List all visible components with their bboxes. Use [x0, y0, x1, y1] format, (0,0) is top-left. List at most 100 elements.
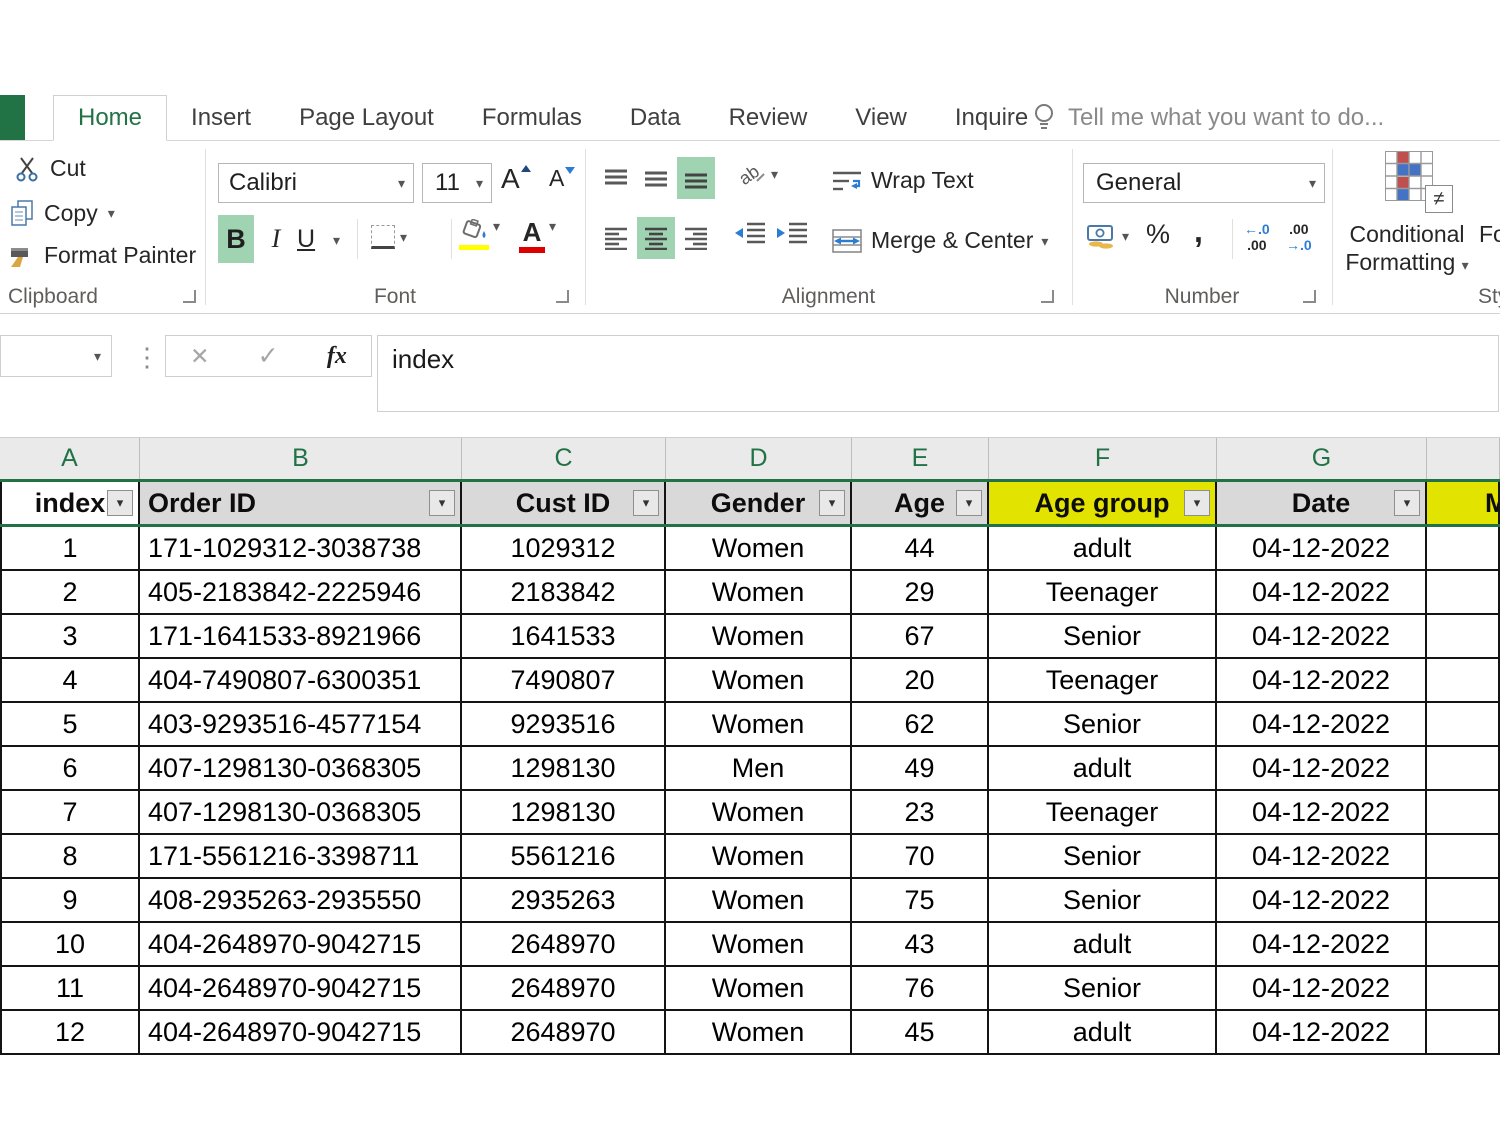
borders-button[interactable]: ▾ [371, 225, 407, 249]
cell[interactable]: Women [666, 615, 852, 657]
cell[interactable]: 8 [0, 835, 140, 877]
cell[interactable]: 9 [0, 879, 140, 921]
cell[interactable]: Women [666, 967, 852, 1009]
cell[interactable]: Teenager [989, 791, 1217, 833]
cell[interactable]: 408-2935263-2935550 [140, 879, 462, 921]
insert-function-icon[interactable]: fx [327, 343, 347, 370]
underline-dropdown[interactable]: ▾ [333, 233, 340, 247]
tab-insert[interactable]: Insert [167, 95, 275, 140]
cell[interactable] [1427, 571, 1500, 613]
cell[interactable]: adult [989, 923, 1217, 965]
format-as-table-button-partial[interactable]: Fo [1479, 221, 1500, 248]
cell[interactable]: 407-1298130-0368305 [140, 791, 462, 833]
cell[interactable]: 2648970 [462, 1011, 666, 1053]
clipboard-dialog-launcher[interactable] [183, 290, 196, 303]
column-letter-B[interactable]: B [140, 438, 462, 479]
cell[interactable]: 04-12-2022 [1217, 659, 1427, 701]
comma-style-button[interactable]: , [1194, 213, 1203, 250]
cell[interactable]: 5561216 [462, 835, 666, 877]
align-left-button[interactable] [597, 217, 635, 259]
formula-bar-grip[interactable]: ⋮ [134, 342, 160, 373]
cell[interactable]: 6 [0, 747, 140, 789]
decrease-font-size-button[interactable]: A [549, 167, 575, 190]
cell[interactable]: 404-2648970-9042715 [140, 967, 462, 1009]
cell[interactable] [1427, 747, 1500, 789]
cell[interactable]: Senior [989, 703, 1217, 745]
cell[interactable]: Teenager [989, 659, 1217, 701]
cell[interactable] [1427, 923, 1500, 965]
cell[interactable]: 403-9293516-4577154 [140, 703, 462, 745]
increase-font-size-button[interactable]: A [501, 165, 531, 193]
cell[interactable]: 171-1029312-3038738 [140, 527, 462, 569]
cell[interactable]: Teenager [989, 571, 1217, 613]
column-letter-F[interactable]: F [989, 438, 1217, 479]
cell[interactable]: 7 [0, 791, 140, 833]
tab-page-layout[interactable]: Page Layout [275, 95, 458, 140]
middle-align-button[interactable] [637, 157, 675, 199]
font-dialog-launcher[interactable] [556, 290, 569, 303]
cell[interactable]: 12 [0, 1011, 140, 1053]
tab-view[interactable]: View [831, 95, 931, 140]
cell[interactable]: 2 [0, 571, 140, 613]
conditional-formatting-button[interactable]: Conditional [1332, 221, 1482, 248]
name-box[interactable]: ▾ [0, 335, 112, 377]
header-cell-cust-id[interactable]: Cust ID▾ [462, 482, 666, 524]
tab-formulas[interactable]: Formulas [458, 95, 606, 140]
filter-button[interactable]: ▾ [956, 490, 982, 516]
center-button[interactable] [637, 217, 675, 259]
column-letter-C[interactable]: C [462, 438, 666, 479]
cell[interactable]: 7490807 [462, 659, 666, 701]
cell[interactable]: 62 [852, 703, 989, 745]
cell[interactable]: 04-12-2022 [1217, 1011, 1427, 1053]
cell[interactable] [1427, 659, 1500, 701]
cell[interactable]: 04-12-2022 [1217, 747, 1427, 789]
filter-button[interactable]: ▾ [107, 490, 133, 516]
tab-data[interactable]: Data [606, 95, 705, 140]
cell[interactable]: 75 [852, 879, 989, 921]
cell[interactable]: 44 [852, 527, 989, 569]
font-color-button[interactable]: A ▾ [519, 219, 556, 253]
copy-button[interactable]: Copy ▾ [10, 199, 115, 227]
conditional-formatting-button-line2[interactable]: Formatting ▾ [1332, 249, 1482, 276]
column-letter-E[interactable]: E [852, 438, 989, 479]
cell[interactable] [1427, 1011, 1500, 1053]
cell[interactable]: 04-12-2022 [1217, 923, 1427, 965]
header-cell-date[interactable]: Date▾ [1217, 482, 1427, 524]
italic-button[interactable]: I [260, 215, 292, 263]
cell[interactable] [1427, 967, 1500, 1009]
font-name-combo[interactable]: Calibri ▾ [218, 163, 414, 203]
filter-button[interactable]: ▾ [819, 490, 845, 516]
filter-button[interactable]: ▾ [1184, 490, 1210, 516]
bold-button[interactable]: B [218, 215, 254, 263]
cell[interactable]: Senior [989, 967, 1217, 1009]
cell[interactable]: adult [989, 1011, 1217, 1053]
cell[interactable]: 43 [852, 923, 989, 965]
cell[interactable]: 171-5561216-3398711 [140, 835, 462, 877]
cell[interactable]: Women [666, 923, 852, 965]
cell[interactable] [1427, 791, 1500, 833]
cell[interactable]: 49 [852, 747, 989, 789]
cell[interactable]: 10 [0, 923, 140, 965]
cell[interactable]: 407-1298130-0368305 [140, 747, 462, 789]
cell[interactable]: 2935263 [462, 879, 666, 921]
cell[interactable]: 404-7490807-6300351 [140, 659, 462, 701]
decrease-decimal-button[interactable]: .00 →.0 [1286, 221, 1312, 253]
bottom-align-button[interactable] [677, 157, 715, 199]
cell[interactable]: 11 [0, 967, 140, 1009]
cell[interactable]: 3 [0, 615, 140, 657]
cell[interactable]: 04-12-2022 [1217, 527, 1427, 569]
cell[interactable]: 1298130 [462, 791, 666, 833]
underline-button[interactable]: U [297, 215, 315, 263]
column-letter-G[interactable]: G [1217, 438, 1427, 479]
cell[interactable]: 1641533 [462, 615, 666, 657]
cell[interactable]: Women [666, 879, 852, 921]
accounting-format-button[interactable]: ▾ [1086, 223, 1129, 249]
filter-button[interactable]: ▾ [1394, 490, 1420, 516]
header-cell-gender[interactable]: Gender▾ [666, 482, 852, 524]
cell[interactable]: 23 [852, 791, 989, 833]
cell[interactable]: Women [666, 1011, 852, 1053]
column-letter-A[interactable]: A [0, 438, 140, 479]
cell[interactable]: 404-2648970-9042715 [140, 1011, 462, 1053]
cell[interactable] [1427, 835, 1500, 877]
header-cell-index[interactable]: index▾ [0, 482, 140, 524]
